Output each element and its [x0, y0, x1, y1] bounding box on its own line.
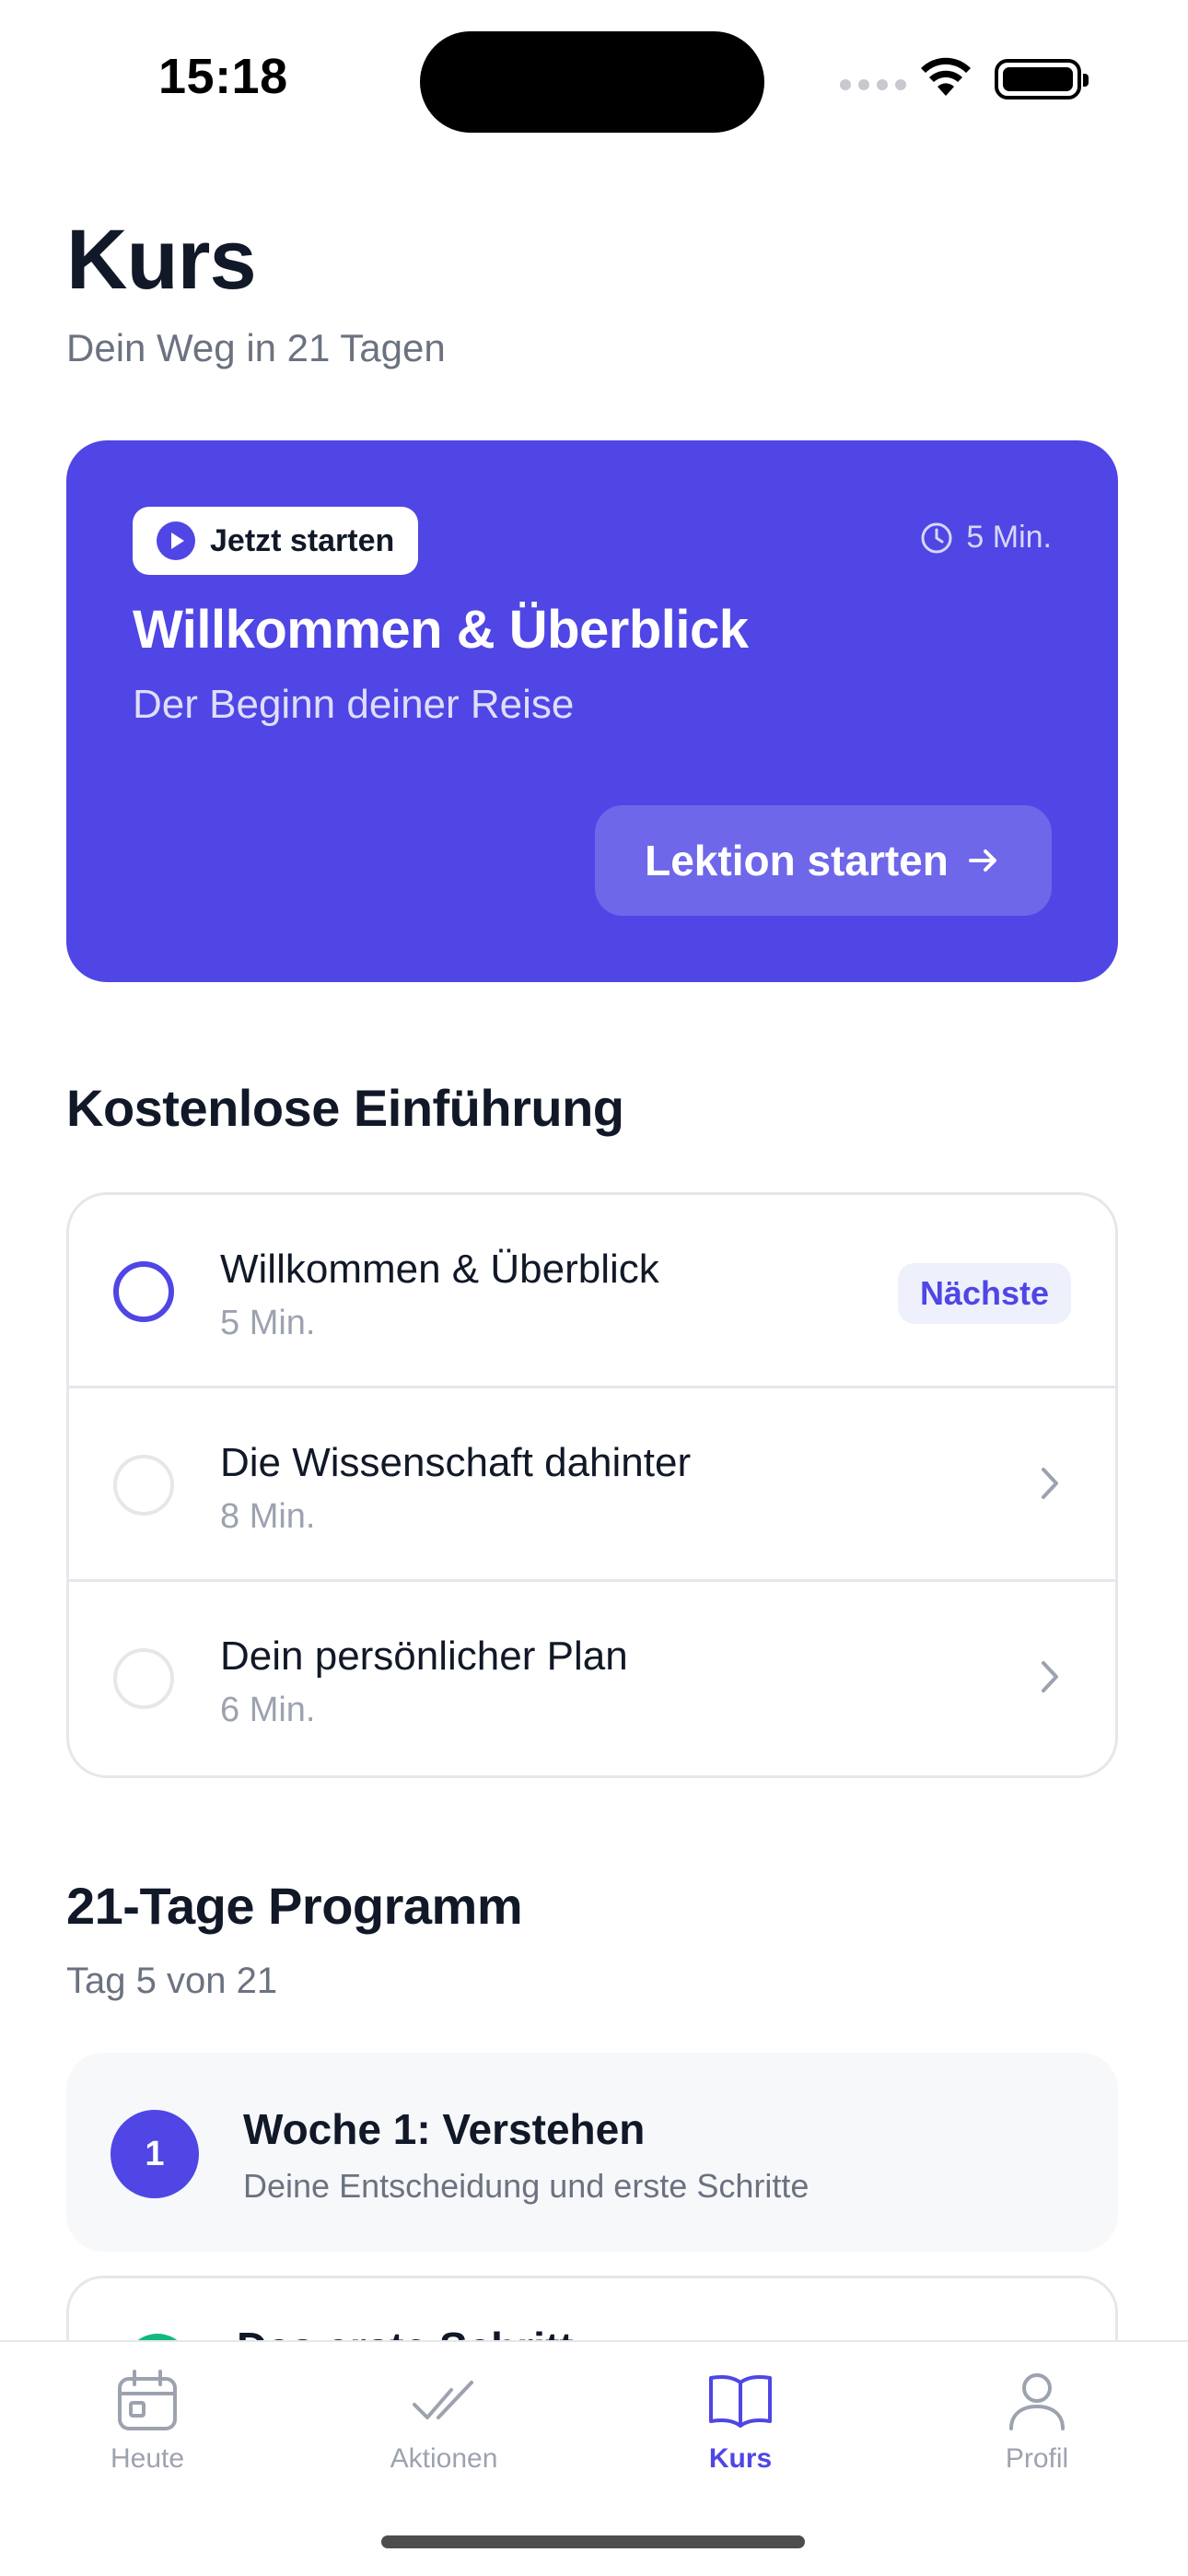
lesson-status-circle [113, 1261, 174, 1322]
badge-label: Jetzt starten [210, 522, 395, 558]
page-subtitle: Dein Weg in 21 Tagen [66, 326, 446, 369]
home-indicator [381, 2535, 805, 2548]
start-lesson-label: Lektion starten [645, 837, 949, 884]
wifi-icon [921, 57, 971, 96]
tab-label: Profil [1005, 2443, 1069, 2474]
status-bar: 15:18 [0, 0, 1188, 138]
hero-title: Willkommen & Überblick [133, 600, 749, 660]
clock-icon [921, 522, 952, 553]
lesson-duration: 5 Min. [220, 1304, 316, 1342]
cellular-signal-icon [840, 79, 906, 90]
tab-label: Heute [110, 2443, 185, 2474]
hero-subtitle: Der Beginn deiner Reise [133, 682, 575, 727]
program-progress: Tag 5 von 21 [66, 1961, 278, 2001]
intro-section-title: Kostenlose Einführung [66, 1079, 624, 1137]
current-lesson-card[interactable]: Jetzt starten 5 Min. Willkommen & Überbl… [66, 440, 1118, 982]
week-number-badge: 1 [111, 2110, 199, 2198]
lesson-row[interactable]: Die Wissenschaft dahinter 8 Min. [69, 1388, 1115, 1582]
lesson-row[interactable]: Willkommen & Überblick 5 Min. Nächste [69, 1195, 1115, 1388]
tab-heute[interactable]: Heute [37, 2368, 258, 2475]
week-description: Deine Entscheidung und erste Schritte [243, 2167, 809, 2205]
tab-aktionen[interactable]: Aktionen [333, 2368, 554, 2475]
double-check-icon [413, 2381, 473, 2419]
arrow-right-icon [968, 849, 996, 872]
page-title: Kurs [66, 213, 257, 307]
battery-icon [995, 59, 1089, 100]
lesson-duration: 6 Min. [220, 1691, 316, 1729]
tab-profil[interactable]: Profil [926, 2368, 1147, 2475]
lesson-duration: 5 Min. [920, 520, 1052, 556]
lesson-duration: 8 Min. [220, 1497, 316, 1536]
week-card[interactable]: 1 Woche 1: Verstehen Deine Entscheidung … [66, 2053, 1118, 2252]
start-lesson-button[interactable]: Lektion starten [595, 805, 1052, 916]
lesson-title: Willkommen & Überblick [220, 1247, 659, 1292]
lesson-title: Die Wissenschaft dahinter [220, 1440, 692, 1485]
play-icon [157, 521, 195, 560]
lesson-row[interactable]: Dein persönlicher Plan 6 Min. [69, 1582, 1115, 1775]
start-now-badge: Jetzt starten [133, 507, 419, 575]
book-icon [709, 2375, 772, 2428]
next-badge: Nächste [897, 1263, 1071, 1324]
calendar-icon [118, 2370, 177, 2430]
dynamic-island [420, 31, 764, 133]
chevron-right-icon [1042, 1661, 1058, 1692]
tab-label: Kurs [708, 2443, 773, 2474]
program-section-title: 21-Tage Programm [66, 1877, 523, 1935]
week-title: Woche 1: Verstehen [243, 2105, 646, 2153]
status-time: 15:18 [158, 49, 288, 104]
chevron-right-icon [1042, 1468, 1058, 1499]
lesson-status-circle [113, 1455, 174, 1516]
tab-label: Aktionen [390, 2443, 498, 2474]
tab-kurs[interactable]: Kurs [630, 2368, 851, 2475]
lesson-title: Dein persönlicher Plan [220, 1633, 628, 1679]
person-icon [1009, 2373, 1065, 2430]
lesson-status-circle [113, 1648, 174, 1709]
intro-lesson-list: Willkommen & Überblick 5 Min. Nächste Di… [66, 1192, 1118, 1778]
duration-text: 5 Min. [966, 520, 1052, 555]
